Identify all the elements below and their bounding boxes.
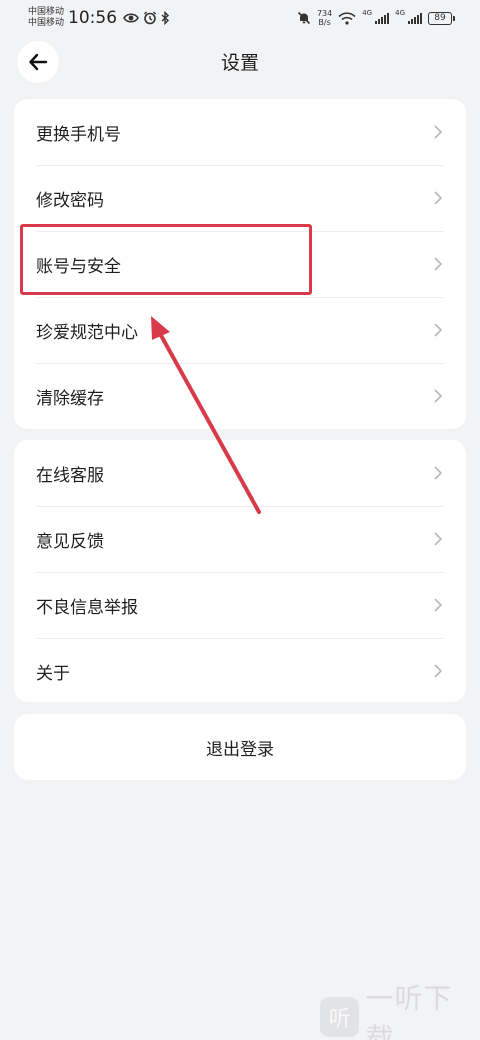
signal-icon-1	[375, 12, 390, 24]
settings-item-label: 不良信息举报	[36, 597, 138, 618]
chevron-right-icon	[434, 531, 444, 547]
network-type-2: 4G	[395, 9, 405, 17]
chevron-right-icon	[434, 597, 444, 613]
logout-card: 退出登录	[14, 714, 466, 780]
header: 设置	[0, 36, 480, 86]
carrier-info: 中国移动 中国移动	[28, 7, 64, 29]
settings-item-label: 在线客服	[36, 465, 104, 486]
settings-item-report[interactable]: 不良信息举报	[14, 572, 466, 638]
battery-level: 89	[434, 13, 446, 23]
settings-group-account: 更换手机号 修改密码 账号与安全 珍爱规范中心 清除缓存	[14, 99, 466, 429]
speed-unit: B/s	[318, 18, 331, 27]
chevron-right-icon	[434, 663, 444, 679]
settings-item-account-security[interactable]: 账号与安全	[14, 231, 466, 297]
chevron-right-icon	[434, 322, 444, 338]
watermark-logo-icon: 听	[320, 997, 360, 1037]
network-speed: 734 B/s	[317, 9, 332, 27]
settings-item-label: 珍爱规范中心	[36, 322, 138, 343]
settings-item-label: 关于	[36, 663, 70, 684]
settings-item-change-password[interactable]: 修改密码	[14, 165, 466, 231]
settings-item-label: 清除缓存	[36, 388, 104, 409]
wifi-icon	[338, 11, 356, 25]
settings-item-label: 账号与安全	[36, 256, 121, 277]
alarm-icon	[144, 11, 157, 25]
settings-item-online-service[interactable]: 在线客服	[14, 440, 466, 506]
speed-value: 734	[316, 9, 333, 18]
mute-bell-icon	[297, 11, 311, 25]
bluetooth-icon	[161, 11, 170, 25]
settings-item-norms-center[interactable]: 珍爱规范中心	[14, 297, 466, 363]
watermark-logo-text: 听	[328, 1007, 351, 1032]
chevron-right-icon	[434, 256, 444, 272]
settings-item-about[interactable]: 关于	[14, 638, 466, 702]
settings-item-change-phone[interactable]: 更换手机号	[14, 99, 466, 165]
settings-item-label: 意见反馈	[36, 531, 104, 552]
page-title: 设置	[220, 52, 259, 74]
chevron-right-icon	[434, 388, 444, 404]
settings-item-label: 更换手机号	[36, 124, 121, 145]
chevron-right-icon	[434, 465, 444, 481]
status-bar: 中国移动 中国移动 10:56 734 B/s 4G 4G 89	[0, 0, 480, 36]
settings-item-feedback[interactable]: 意见反馈	[14, 506, 466, 572]
battery-icon: 89	[428, 11, 455, 25]
carrier-2: 中国移动	[28, 18, 65, 28]
clock: 10:56	[68, 8, 118, 28]
logout-label: 退出登录	[206, 739, 274, 760]
chevron-right-icon	[434, 124, 444, 140]
watermark-text: 一听下载	[365, 982, 453, 1040]
logout-button[interactable]: 退出登录	[14, 714, 466, 780]
signal-icon-2	[408, 12, 422, 24]
watermark: 听 一听下载	[320, 982, 480, 1040]
settings-item-label: 修改密码	[36, 190, 104, 211]
chevron-right-icon	[434, 190, 444, 206]
settings-group-support: 在线客服 意见反馈 不良信息举报 关于	[14, 440, 466, 702]
network-type-1: 4G	[362, 9, 373, 17]
carrier-1: 中国移动	[28, 7, 65, 17]
eye-icon	[123, 13, 139, 23]
settings-item-clear-cache[interactable]: 清除缓存	[14, 363, 466, 429]
